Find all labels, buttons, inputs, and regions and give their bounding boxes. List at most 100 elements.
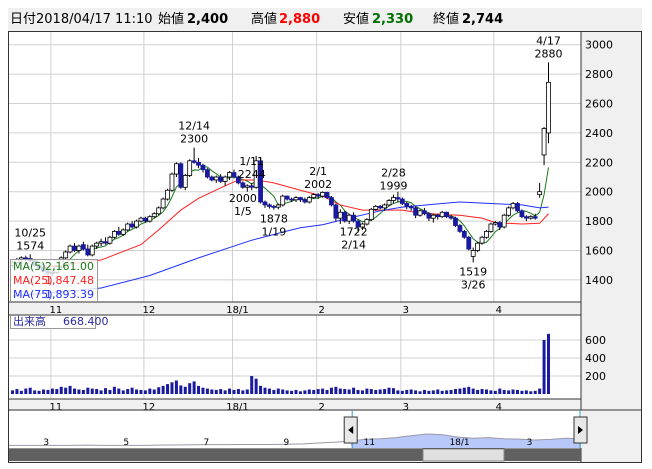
candle-body — [134, 220, 139, 228]
volume-bar — [143, 390, 147, 394]
candle-body — [528, 216, 534, 219]
volume-bar — [77, 389, 81, 394]
candle-body — [532, 216, 538, 219]
candle — [178, 162, 184, 189]
price-chart[interactable]: 3000280026002400220020001800160014006004… — [0, 0, 652, 469]
candle-body — [94, 242, 100, 247]
candle-body — [222, 176, 228, 182]
candle-body — [457, 225, 463, 232]
candle-body — [484, 230, 489, 238]
candle-body — [386, 200, 392, 206]
volume-bar — [219, 389, 223, 394]
candle-body — [165, 189, 170, 200]
volume-bar — [205, 388, 209, 394]
volume-bar — [471, 388, 475, 394]
volume-bar — [449, 389, 453, 394]
ma5-label: MA(5) — [13, 260, 46, 273]
volume-bar — [15, 389, 19, 394]
candle-body — [67, 245, 73, 253]
candle-body — [444, 211, 450, 218]
low-annotation-date: 1/5 — [234, 205, 252, 218]
ma75-value: 1,893.39 — [45, 288, 94, 301]
candle-body — [85, 248, 91, 256]
volume-bar — [228, 388, 232, 394]
navigator-left-handle[interactable] — [343, 416, 358, 444]
high-annotation-value: 1999 — [379, 180, 407, 193]
candle-body — [262, 201, 268, 206]
navigator[interactable]: 3 5 7 9 11 18/1 3 — [9, 411, 588, 462]
candle-body — [160, 198, 166, 209]
candle-body — [479, 236, 485, 244]
candle-body — [333, 204, 339, 219]
high-annotation-value: 2002 — [304, 178, 332, 191]
candle-body — [488, 223, 494, 232]
y-tick-label: 3000 — [585, 39, 613, 52]
month-label: 4 — [496, 305, 502, 316]
volume-bar — [117, 388, 121, 394]
candle-body — [142, 217, 148, 222]
volume-bar — [232, 389, 236, 394]
candle-body — [342, 211, 348, 222]
volume-bar — [19, 390, 23, 394]
volume-bar — [453, 389, 457, 394]
volume-bar — [55, 389, 59, 394]
volume-bar — [108, 389, 112, 394]
navigator-right-handle[interactable] — [573, 416, 588, 444]
navigator-scrollbar-thumb[interactable] — [422, 448, 505, 462]
low-annotation-value: 1519 — [459, 265, 487, 278]
volume-bar — [338, 388, 342, 394]
volume-bar — [135, 389, 139, 394]
volume-bar — [431, 390, 435, 394]
volume-bar — [250, 376, 254, 394]
volume-bar — [298, 391, 302, 394]
y-tick-label: 2200 — [585, 156, 613, 169]
candle-body — [129, 223, 135, 228]
candle-body — [156, 207, 162, 215]
candle — [156, 206, 162, 216]
volume-bar — [64, 387, 68, 394]
candle-body — [492, 222, 498, 225]
volume-bar — [387, 387, 391, 394]
high-annotation-value: 2244 — [238, 168, 266, 181]
volume-bar — [542, 340, 546, 394]
volume-bar — [90, 388, 94, 394]
candle-body — [213, 176, 219, 181]
candle-body — [519, 210, 525, 218]
candle — [111, 229, 117, 239]
low-annotation-date: 1/19 — [262, 226, 287, 239]
navigator-label: 3 — [43, 438, 49, 448]
candle — [165, 188, 170, 201]
volume-bar — [515, 389, 519, 394]
candle — [475, 241, 481, 252]
volume-bar — [405, 389, 409, 394]
volume-bar — [427, 390, 431, 394]
volume-bar — [81, 389, 85, 394]
candle-body — [399, 198, 405, 204]
candle-body — [497, 222, 503, 228]
volume-bar — [352, 387, 356, 394]
volume-bar — [11, 390, 14, 394]
candle — [466, 235, 472, 251]
volume-bar — [223, 390, 227, 394]
candle-body — [151, 213, 157, 218]
y-tick-label: 2400 — [585, 127, 613, 140]
y-tick-label: 1400 — [585, 274, 613, 287]
volume-bar — [201, 387, 205, 394]
candle — [240, 181, 246, 189]
candle-body — [196, 161, 201, 166]
navigator-label: 18/1 — [449, 438, 469, 448]
volume-bar — [476, 389, 480, 394]
volume-bar — [192, 381, 196, 394]
volume-bar — [400, 390, 404, 394]
candle-body — [391, 197, 396, 201]
volume-bar — [254, 378, 258, 394]
candle — [501, 213, 507, 229]
volume-bar — [547, 333, 550, 394]
candle-body — [227, 172, 232, 178]
volume-bar — [462, 387, 466, 394]
candle-body — [404, 203, 410, 207]
volume-bar — [24, 388, 28, 394]
candle-body — [280, 195, 286, 206]
volume-bar — [139, 389, 143, 394]
candle — [488, 222, 494, 233]
